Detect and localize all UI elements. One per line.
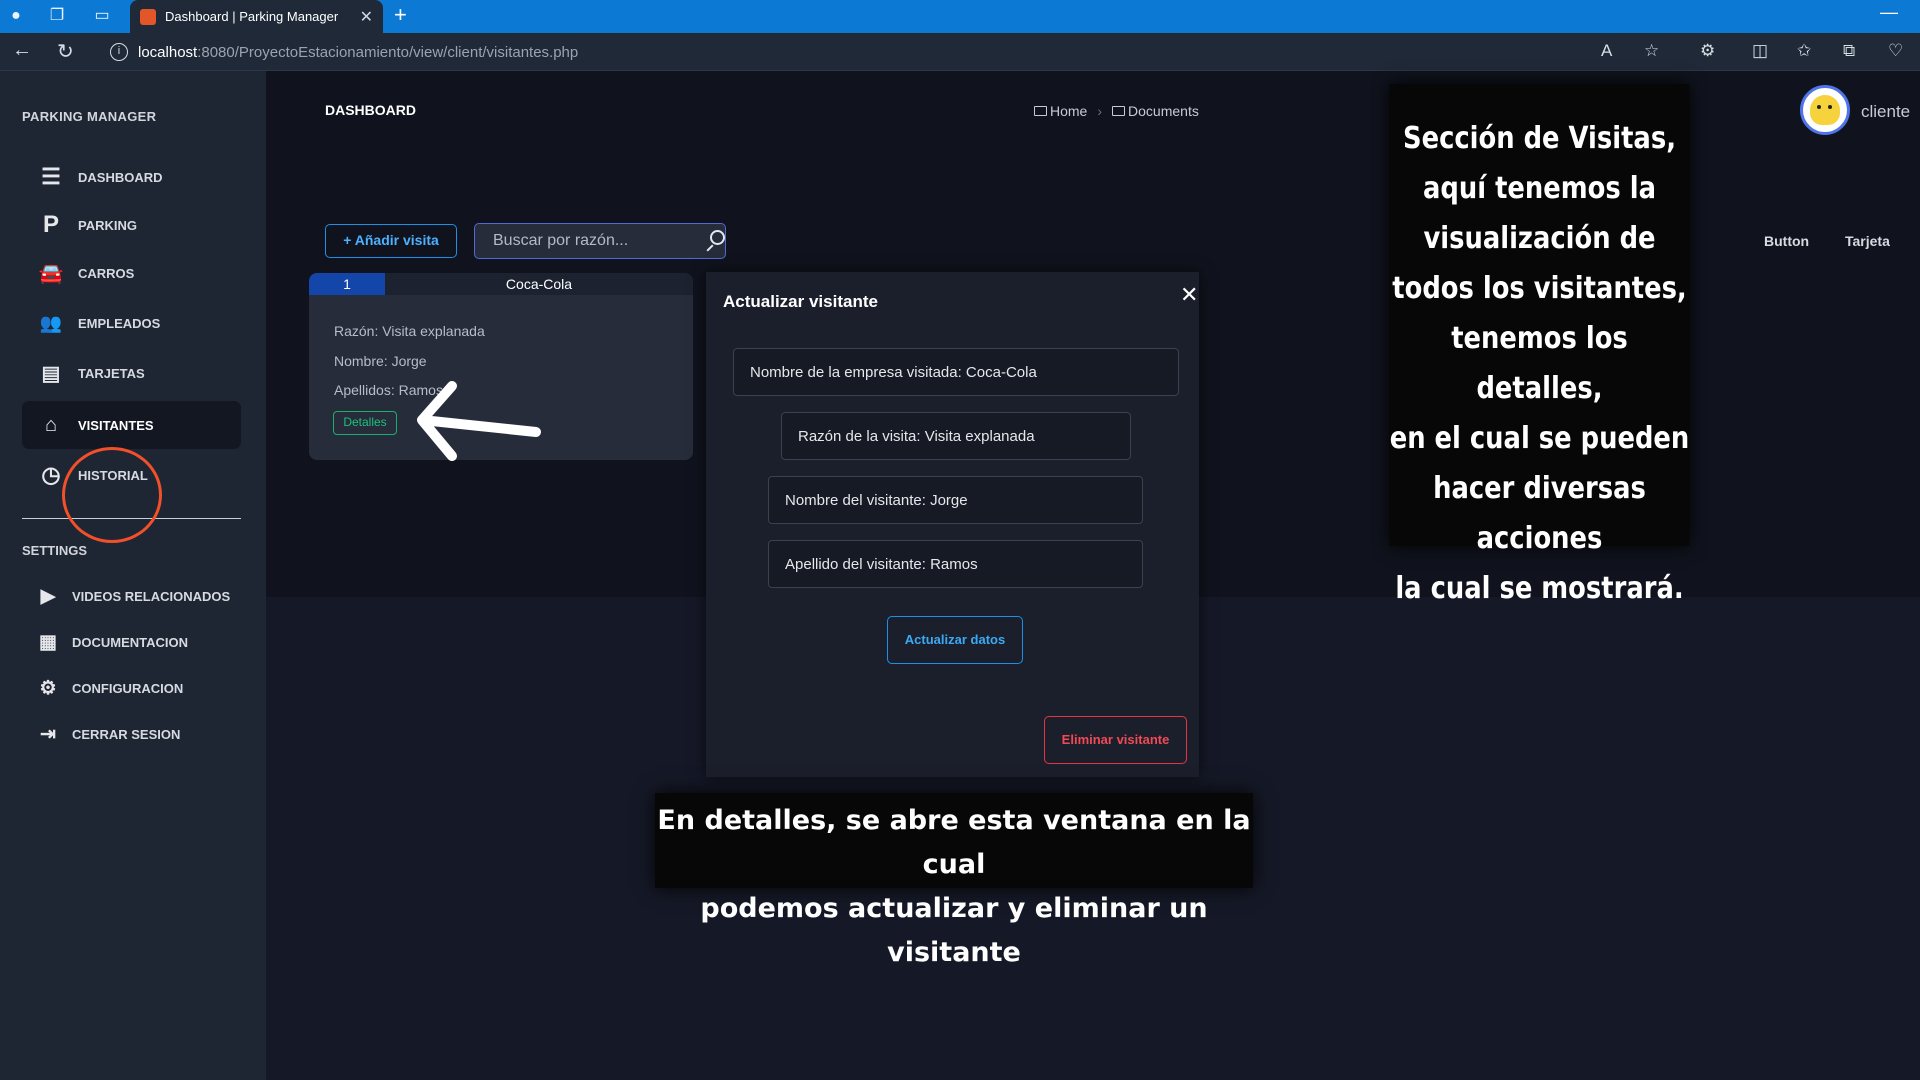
browser-tab[interactable]: Dashboard | Parking Manager ✕ [130, 0, 383, 33]
read-aloud-icon[interactable]: A [1601, 41, 1612, 61]
profile-icon[interactable]: ● [5, 5, 27, 27]
settings-item-label: VIDEOS RELACIONADOS [72, 588, 231, 604]
breadcrumb-separator: › [1097, 103, 1103, 119]
sidebar-item-label: DASHBOARD [78, 169, 163, 185]
breadcrumb-documents[interactable]: Documents [1112, 103, 1199, 119]
settings-item-documentacion[interactable]: ▦ DOCUMENTACION [22, 622, 262, 662]
details-button[interactable]: Detalles [333, 411, 397, 435]
user-name[interactable]: cliente [1861, 102, 1910, 122]
browser-essentials-icon[interactable]: ♡ [1888, 41, 1903, 61]
visit-company: Coca-Cola [385, 273, 693, 295]
search-input[interactable] [475, 232, 700, 250]
folder-icon [1112, 106, 1126, 116]
car-icon: 🚘 [38, 262, 64, 285]
reason-field[interactable]: Razón de la visita: Visita explanada [781, 412, 1131, 460]
visit-name: Nombre: Jorge [334, 353, 427, 369]
reload-icon[interactable]: ↻ [57, 39, 74, 64]
tab-actions-icon[interactable]: ▭ [91, 5, 113, 27]
browser-toolbar: ← ↻ i localhost:8080/ProyectoEstacionami… [0, 33, 1920, 71]
sidebar-item-label: EMPLEADOS [78, 315, 161, 331]
sidebar-item-parking[interactable]: P PARKING [22, 201, 241, 249]
sidebar-item-label: VISITANTES [78, 417, 154, 433]
settings-item-videos[interactable]: ▶ VIDEOS RELACIONADOS [22, 576, 262, 616]
browser-titlebar: ● ❐ ▭ Dashboard | Parking Manager ✕ + — [0, 0, 1920, 33]
sidebar-item-label: PARKING [78, 217, 137, 233]
gears-icon: ⚙ [39, 677, 57, 699]
sidebar: PARKING MANAGER ☰ DASHBOARD P PARKING 🚘 … [0, 71, 266, 1080]
breadcrumb-home[interactable]: Home [1034, 103, 1087, 119]
employees-icon: 👥 [39, 312, 63, 333]
url-text[interactable]: localhost:8080/ProyectoEstacionamiento/v… [138, 44, 578, 61]
play-icon: ▶ [40, 585, 56, 607]
search-box [474, 223, 726, 259]
xampp-favicon-icon [140, 8, 156, 25]
sidebar-item-tarjetas[interactable]: ▤ TARJETAS [22, 349, 241, 397]
visitor-surname-field[interactable]: Apellido del visitante: Ramos [768, 540, 1143, 588]
arrow-annotation-icon [417, 381, 541, 461]
history-icon: ◷ [41, 462, 61, 487]
favorite-star-icon[interactable]: ☆ [1644, 41, 1659, 61]
tab-close-icon[interactable]: ✕ [360, 7, 373, 27]
modal-title: Actualizar visitante [723, 292, 878, 311]
settings-item-label: CONFIGURACION [72, 680, 184, 696]
annotation-bottom: En detalles, se abre esta ventana en la … [655, 793, 1253, 968]
update-button[interactable]: Actualizar datos [887, 616, 1023, 664]
sidebar-item-empleados[interactable]: 👥 EMPLEADOS [22, 299, 241, 347]
update-visitor-modal: Actualizar visitante ✕ Nombre de la empr… [706, 272, 1199, 777]
logout-icon: ⇥ [40, 723, 56, 745]
split-screen-icon[interactable]: ◫ [1752, 41, 1768, 61]
add-visit-button[interactable]: + Añadir visita [325, 224, 457, 258]
settings-title: SETTINGS [22, 543, 88, 558]
company-field[interactable]: Nombre de la empresa visitada: Coca-Cola [733, 348, 1179, 396]
back-icon[interactable]: ← [12, 39, 32, 62]
settings-item-label: CERRAR SESION [72, 726, 181, 742]
tarjeta-link[interactable]: Tarjeta [1845, 233, 1890, 249]
card-icon: ▤ [41, 362, 61, 385]
menu-icon: ☰ [41, 164, 61, 189]
settings-item-configuracion[interactable]: ⚙ CONFIGURACION [22, 668, 262, 708]
avatar[interactable] [1800, 85, 1850, 135]
sidebar-item-carros[interactable]: 🚘 CARROS [22, 249, 241, 297]
annotation-right-text: Sección de Visitas, aquí tenemos la visu… [1389, 121, 1690, 606]
annotation-right: Sección de Visitas, aquí tenemos la visu… [1389, 84, 1690, 606]
tab-title: Dashboard | Parking Manager [165, 9, 339, 24]
info-icon[interactable]: i [110, 43, 128, 61]
sidebar-item-label: CARROS [78, 265, 135, 281]
visitors-icon: ⌂ [44, 413, 58, 436]
new-tab-button[interactable]: + [394, 2, 407, 28]
document-icon: ▦ [39, 631, 57, 653]
extensions-icon[interactable]: ⚙ [1700, 41, 1715, 61]
sidebar-item-visitantes[interactable]: ⌂ VISITANTES [22, 401, 241, 449]
header-button[interactable]: Button [1764, 233, 1809, 249]
visit-reason: Razón: Visita explanada [334, 323, 485, 339]
card-header: 1 Coca-Cola [309, 273, 693, 295]
address-bar[interactable]: i localhost:8080/ProyectoEstacionamiento… [110, 37, 1650, 67]
settings-item-label: DOCUMENTACION [72, 634, 189, 650]
brand-title: PARKING MANAGER [22, 109, 157, 124]
breadcrumb: Home › Documents [1034, 103, 1199, 119]
visitor-name-field[interactable]: Nombre del visitante: Jorge [768, 476, 1143, 524]
highlight-circle [62, 447, 162, 543]
close-icon[interactable]: ✕ [1180, 282, 1198, 308]
page-title: DASHBOARD [325, 102, 416, 118]
visit-number: 1 [309, 273, 385, 295]
parking-icon: P [42, 211, 59, 238]
settings-item-cerrar-sesion[interactable]: ⇥ CERRAR SESION [22, 714, 262, 754]
sidebar-item-label: TARJETAS [78, 365, 145, 381]
pikachu-avatar-icon [1810, 95, 1840, 125]
collections-icon[interactable]: ⧉ [1843, 41, 1855, 61]
favorites-icon[interactable]: ✩ [1797, 41, 1811, 61]
delete-visitor-button[interactable]: Eliminar visitante [1044, 716, 1187, 764]
folder-icon [1034, 106, 1047, 116]
annotation-bottom-text: En detalles, se abre esta ventana en la … [657, 805, 1251, 968]
workspaces-icon[interactable]: ❐ [46, 5, 68, 27]
search-icon[interactable] [700, 224, 725, 258]
sidebar-item-dashboard[interactable]: ☰ DASHBOARD [22, 153, 241, 201]
minimize-icon[interactable]: — [1880, 2, 1898, 23]
